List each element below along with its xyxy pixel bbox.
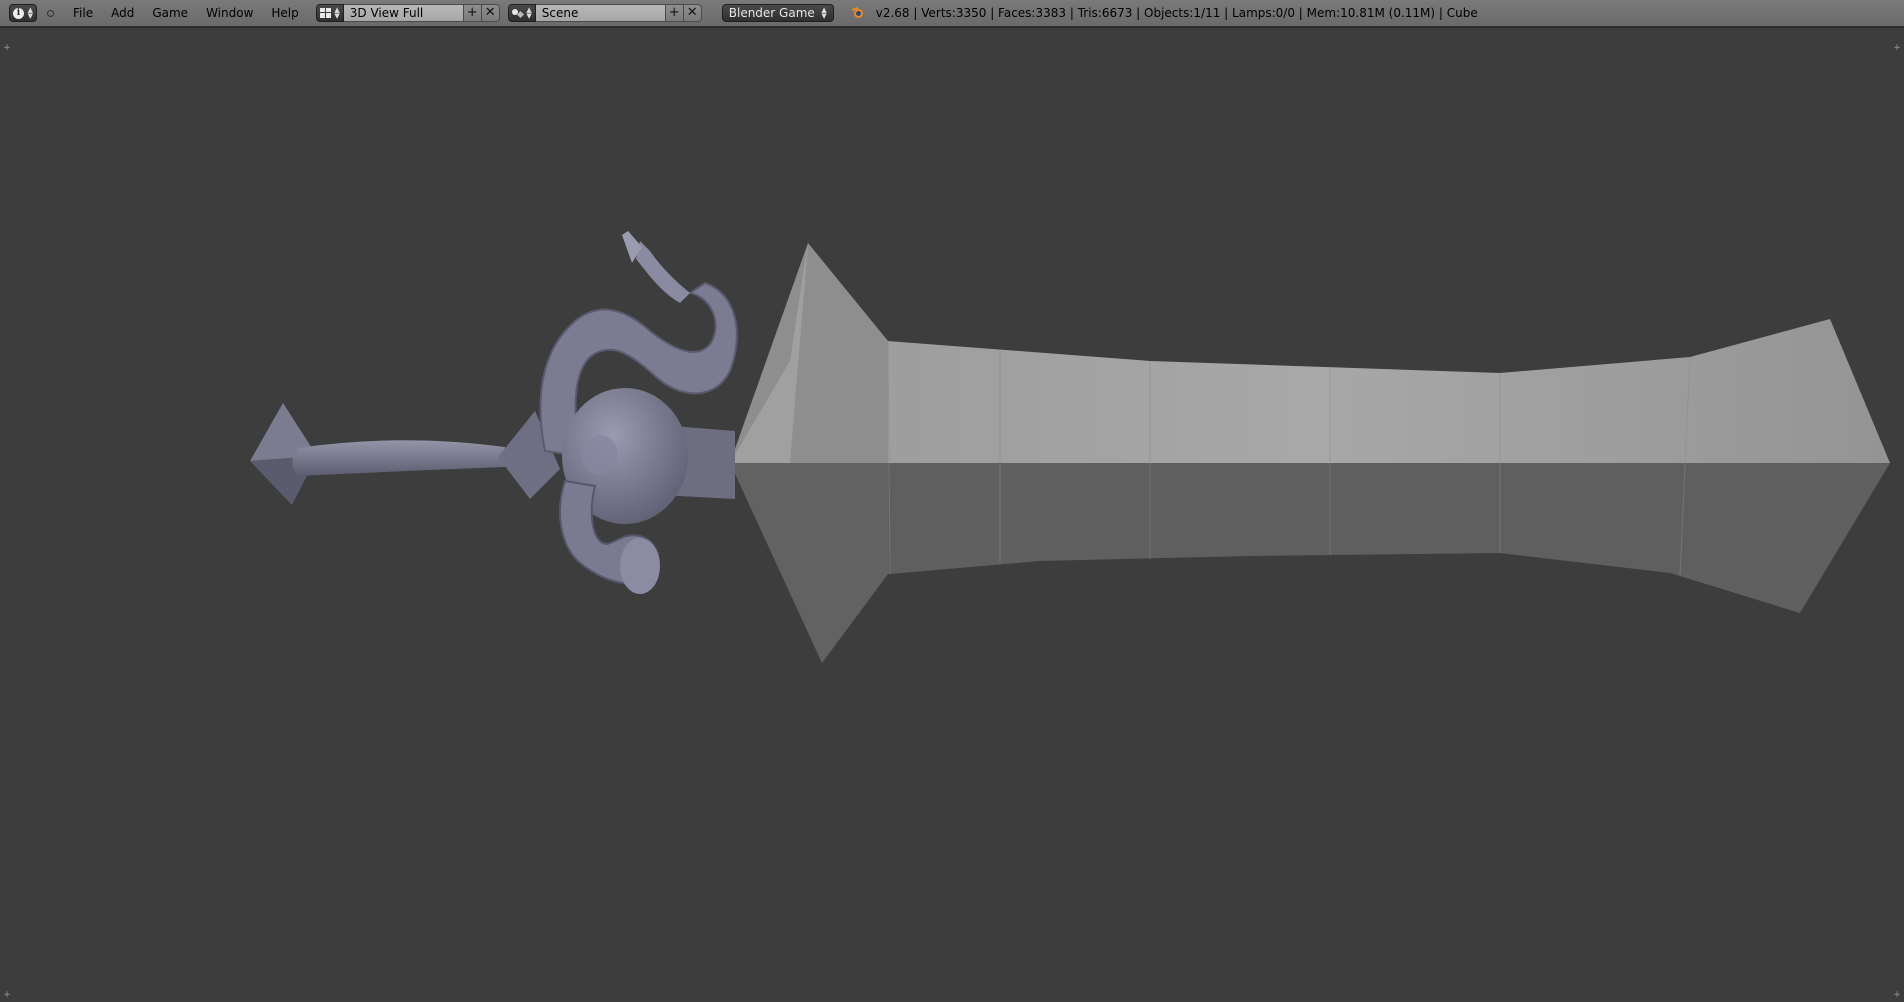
serpent-neck xyxy=(636,241,690,303)
blade-upper-face xyxy=(735,319,1890,463)
menu-game[interactable]: Game xyxy=(143,0,197,27)
screen-layout-group: ▲ ▼ 3D View Full + ✕ xyxy=(315,4,500,22)
updown-arrows-icon: ▲ ▼ xyxy=(27,6,33,20)
scene-icon xyxy=(511,8,524,19)
screen-layout-browse[interactable]: ▲ ▼ xyxy=(315,4,344,22)
scene-name[interactable]: Scene xyxy=(535,4,666,22)
delete-scene-button[interactable]: ✕ xyxy=(683,4,702,22)
info-icon: i xyxy=(13,7,24,19)
scene-statistics: v2.68 | Verts:3350 | Faces:3383 | Tris:6… xyxy=(875,6,1478,20)
updown-arrows-icon: ▲ ▼ xyxy=(334,6,340,20)
info-header: i ▲ ▼ File Add Game Window Help ▲ ▼ 3D Vie… xyxy=(0,0,1904,27)
blender-window: i ▲ ▼ File Add Game Window Help ▲ ▼ 3D Vie… xyxy=(0,0,1904,1002)
scene-group: ▲ ▼ Scene + ✕ xyxy=(507,4,702,22)
render-engine-label: Blender Game xyxy=(728,6,815,20)
serpent-tail-tip xyxy=(620,538,660,594)
render-engine-select[interactable]: Blender Game ▲ ▼ xyxy=(721,4,834,22)
updown-arrows-icon: ▲ ▼ xyxy=(821,6,827,20)
grip xyxy=(292,440,505,476)
updown-arrows-icon: ▲ ▼ xyxy=(526,6,532,20)
menu-file[interactable]: File xyxy=(64,0,102,27)
editor-type-selector[interactable]: i ▲ ▼ xyxy=(9,4,37,22)
blender-logo-icon xyxy=(852,6,866,20)
main-menu: File Add Game Window Help xyxy=(64,0,308,27)
collapse-menus-icon[interactable] xyxy=(47,9,54,17)
guard-orb-bump xyxy=(582,435,618,475)
menu-help[interactable]: Help xyxy=(262,0,307,27)
scene-browse[interactable]: ▲ ▼ xyxy=(507,4,536,22)
sword-model[interactable] xyxy=(250,231,1890,663)
menu-add[interactable]: Add xyxy=(102,0,143,27)
delete-screen-button[interactable]: ✕ xyxy=(481,4,500,22)
viewport-scene xyxy=(250,231,1890,663)
crossguard-bottom xyxy=(730,463,888,663)
add-screen-button[interactable]: + xyxy=(463,4,482,22)
add-scene-button[interactable]: + xyxy=(665,4,684,22)
layout-grid-icon xyxy=(319,8,331,18)
menu-window[interactable]: Window xyxy=(197,0,262,27)
3d-viewport[interactable]: + + + + xyxy=(0,27,1904,1002)
screen-layout-name[interactable]: 3D View Full xyxy=(343,4,464,22)
blade-lower-face xyxy=(735,463,1890,613)
